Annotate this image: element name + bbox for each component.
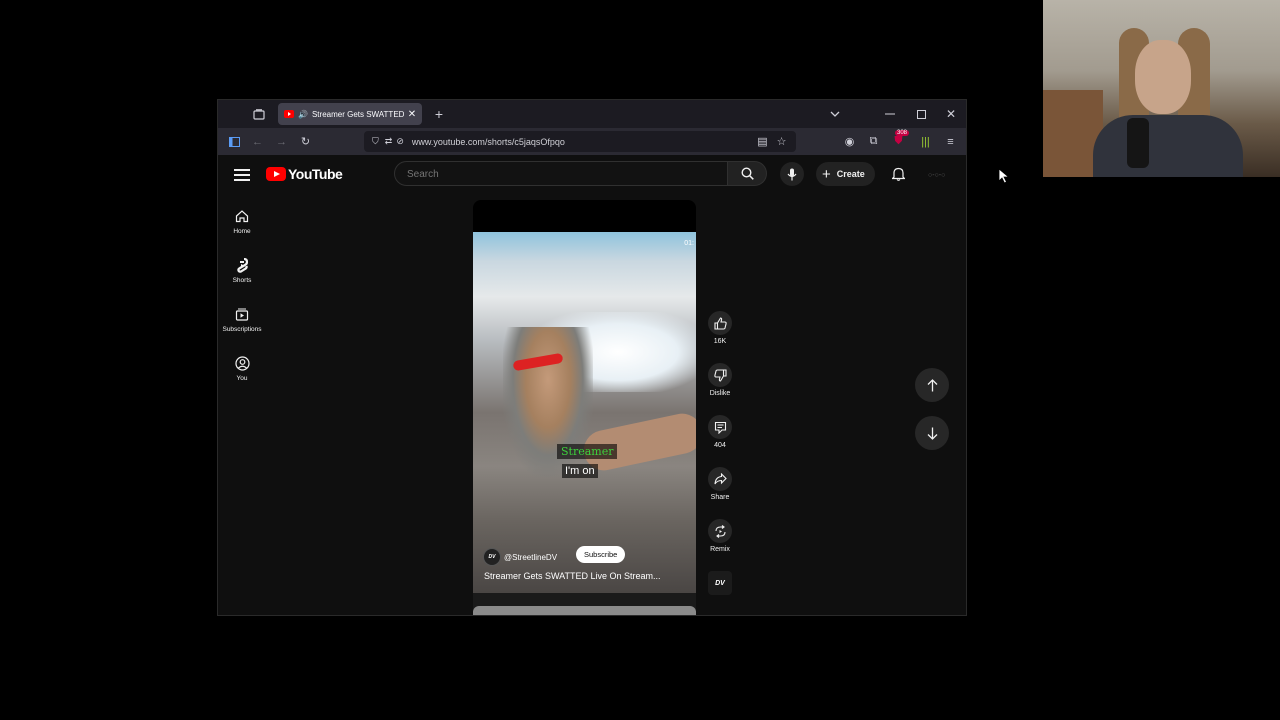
channel-thumbnail[interactable]: DV: [708, 571, 732, 595]
tab-close-icon[interactable]: ✕: [406, 109, 418, 120]
comments-button[interactable]: 404: [708, 415, 732, 449]
bookmark-star-icon[interactable]: ☆: [773, 133, 790, 150]
like-count: 16K: [713, 338, 727, 345]
next-short-button[interactable]: [915, 416, 949, 450]
sidebar-label: Subscriptions: [222, 326, 262, 333]
shield-icon[interactable]: ⛉: [372, 136, 379, 147]
tab-list-chevron-icon[interactable]: [826, 105, 844, 123]
like-button[interactable]: 16K: [708, 311, 732, 345]
youtube-favicon-icon: [284, 110, 294, 118]
channel-row[interactable]: DV @StreetlineDV: [483, 548, 557, 566]
webcam-head: [1135, 40, 1191, 114]
youtube-wordmark: YouTube: [288, 166, 343, 182]
comment-icon: [708, 415, 732, 439]
channel-name[interactable]: @StreetlineDV: [504, 553, 557, 562]
guide-menu-icon[interactable]: [234, 167, 250, 181]
microphone-icon: [787, 168, 797, 180]
tab-title: Streamer Gets SWATTED Li: [311, 109, 406, 119]
channel-avatar[interactable]: DV: [483, 548, 501, 566]
reload-icon[interactable]: ↻: [297, 133, 314, 150]
search-icon: [740, 167, 754, 180]
equalizer-extension-icon[interactable]: |||: [917, 133, 934, 150]
sidebar-label: Shorts: [232, 277, 252, 284]
plus-icon: +: [822, 165, 831, 183]
search-box[interactable]: [394, 161, 728, 186]
tab-overview-icon[interactable]: [250, 105, 268, 123]
youtube-page: YouTube + Create ○-○-○ Home: [218, 155, 966, 615]
remix-label: Remix: [710, 546, 730, 553]
muted-mic-icon[interactable]: ⊘: [396, 136, 404, 147]
create-label: Create: [836, 169, 865, 179]
sidebar-toggle-icon[interactable]: [226, 133, 243, 150]
sidebar-item-home[interactable]: Home: [218, 207, 266, 235]
share-label: Share: [710, 494, 730, 501]
thumbs-down-icon: [708, 363, 732, 387]
extensions-icon[interactable]: ⧉: [865, 133, 882, 150]
subscribe-button[interactable]: Subscribe: [576, 546, 626, 563]
maximize-icon[interactable]: [912, 105, 930, 123]
browser-window: 🔊 Streamer Gets SWATTED Li ✕ + ✕ ← → ↻ ⛉…: [217, 99, 967, 616]
search-input[interactable]: [405, 168, 709, 181]
webcam-body: [1093, 115, 1243, 177]
previous-short-button[interactable]: [915, 368, 949, 402]
short-player-top: [473, 200, 696, 232]
shorts-icon: [218, 256, 266, 274]
share-arrow-icon: [708, 467, 732, 491]
minimize-icon[interactable]: [881, 105, 899, 123]
you-icon: [218, 354, 266, 372]
remix-icon: [708, 519, 732, 543]
comment-count: 404: [714, 442, 726, 449]
sidebar-label: Home: [233, 228, 251, 235]
remix-button[interactable]: Remix: [708, 519, 732, 553]
short-title[interactable]: Streamer Gets SWATTED Live On Stream...: [484, 571, 661, 581]
dislike-label: Dislike: [709, 390, 731, 397]
arrow-up-icon: [927, 378, 937, 391]
browser-tab-active[interactable]: 🔊 Streamer Gets SWATTED Li ✕: [278, 103, 422, 125]
sidebar-item-you[interactable]: You: [218, 354, 266, 382]
url-bar[interactable]: ⛉ ⇄ ⊘ www.youtube.com/shorts/c5jaqsOfpqo: [364, 131, 796, 152]
forward-arrow-icon[interactable]: →: [273, 133, 290, 150]
url-text: www.youtube.com/shorts/c5jaqsOfpqo: [411, 136, 565, 147]
notifications-button[interactable]: [888, 164, 908, 184]
home-icon: [218, 207, 266, 225]
subscriptions-icon: [218, 305, 266, 323]
mouse-cursor-icon: [998, 168, 1010, 184]
sidebar-item-subscriptions[interactable]: Subscriptions: [218, 305, 266, 333]
voice-search-button[interactable]: [780, 162, 804, 186]
back-arrow-icon[interactable]: ←: [249, 133, 266, 150]
bell-icon: [891, 167, 905, 181]
app-menu-icon[interactable]: ≡: [942, 133, 959, 150]
short-video-player[interactable]: 01: Streamer I'm on: [473, 232, 696, 593]
caption-line-2: I'm on: [562, 464, 598, 478]
sidebar-item-shorts[interactable]: Shorts: [218, 256, 266, 284]
sidebar-label: You: [236, 375, 248, 382]
youtube-play-icon: [266, 167, 286, 181]
avatar-loading-indicator[interactable]: ○-○-○: [928, 172, 946, 179]
create-button[interactable]: + Create: [816, 162, 875, 186]
speaker-icon[interactable]: 🔊: [298, 110, 308, 119]
caption-line-1: Streamer: [557, 444, 618, 459]
thumbs-up-icon: [708, 311, 732, 335]
tab-bar: 🔊 Streamer Gets SWATTED Li ✕ + ✕: [218, 100, 966, 128]
permissions-icon[interactable]: ⇄: [385, 136, 393, 147]
window-close-icon[interactable]: ✕: [942, 105, 960, 123]
youtube-logo[interactable]: YouTube: [266, 166, 343, 182]
new-tab-icon[interactable]: +: [430, 105, 448, 123]
next-short-preview[interactable]: [473, 606, 696, 615]
navigation-bar: ← → ↻ ⛉ ⇄ ⊘ www.youtube.com/shorts/c5jaq…: [218, 128, 966, 155]
webcam-overlay: [1043, 0, 1280, 177]
arrow-down-icon: [927, 427, 937, 440]
video-timecode: 01:: [684, 240, 694, 247]
webcam-microphone: [1127, 118, 1149, 168]
account-icon[interactable]: ◉: [841, 133, 858, 150]
reader-view-icon[interactable]: ▤: [754, 133, 771, 150]
dislike-button[interactable]: Dislike: [708, 363, 732, 397]
share-button[interactable]: Share: [708, 467, 732, 501]
extension-badge: 308: [895, 130, 910, 136]
search-button[interactable]: [727, 161, 767, 186]
